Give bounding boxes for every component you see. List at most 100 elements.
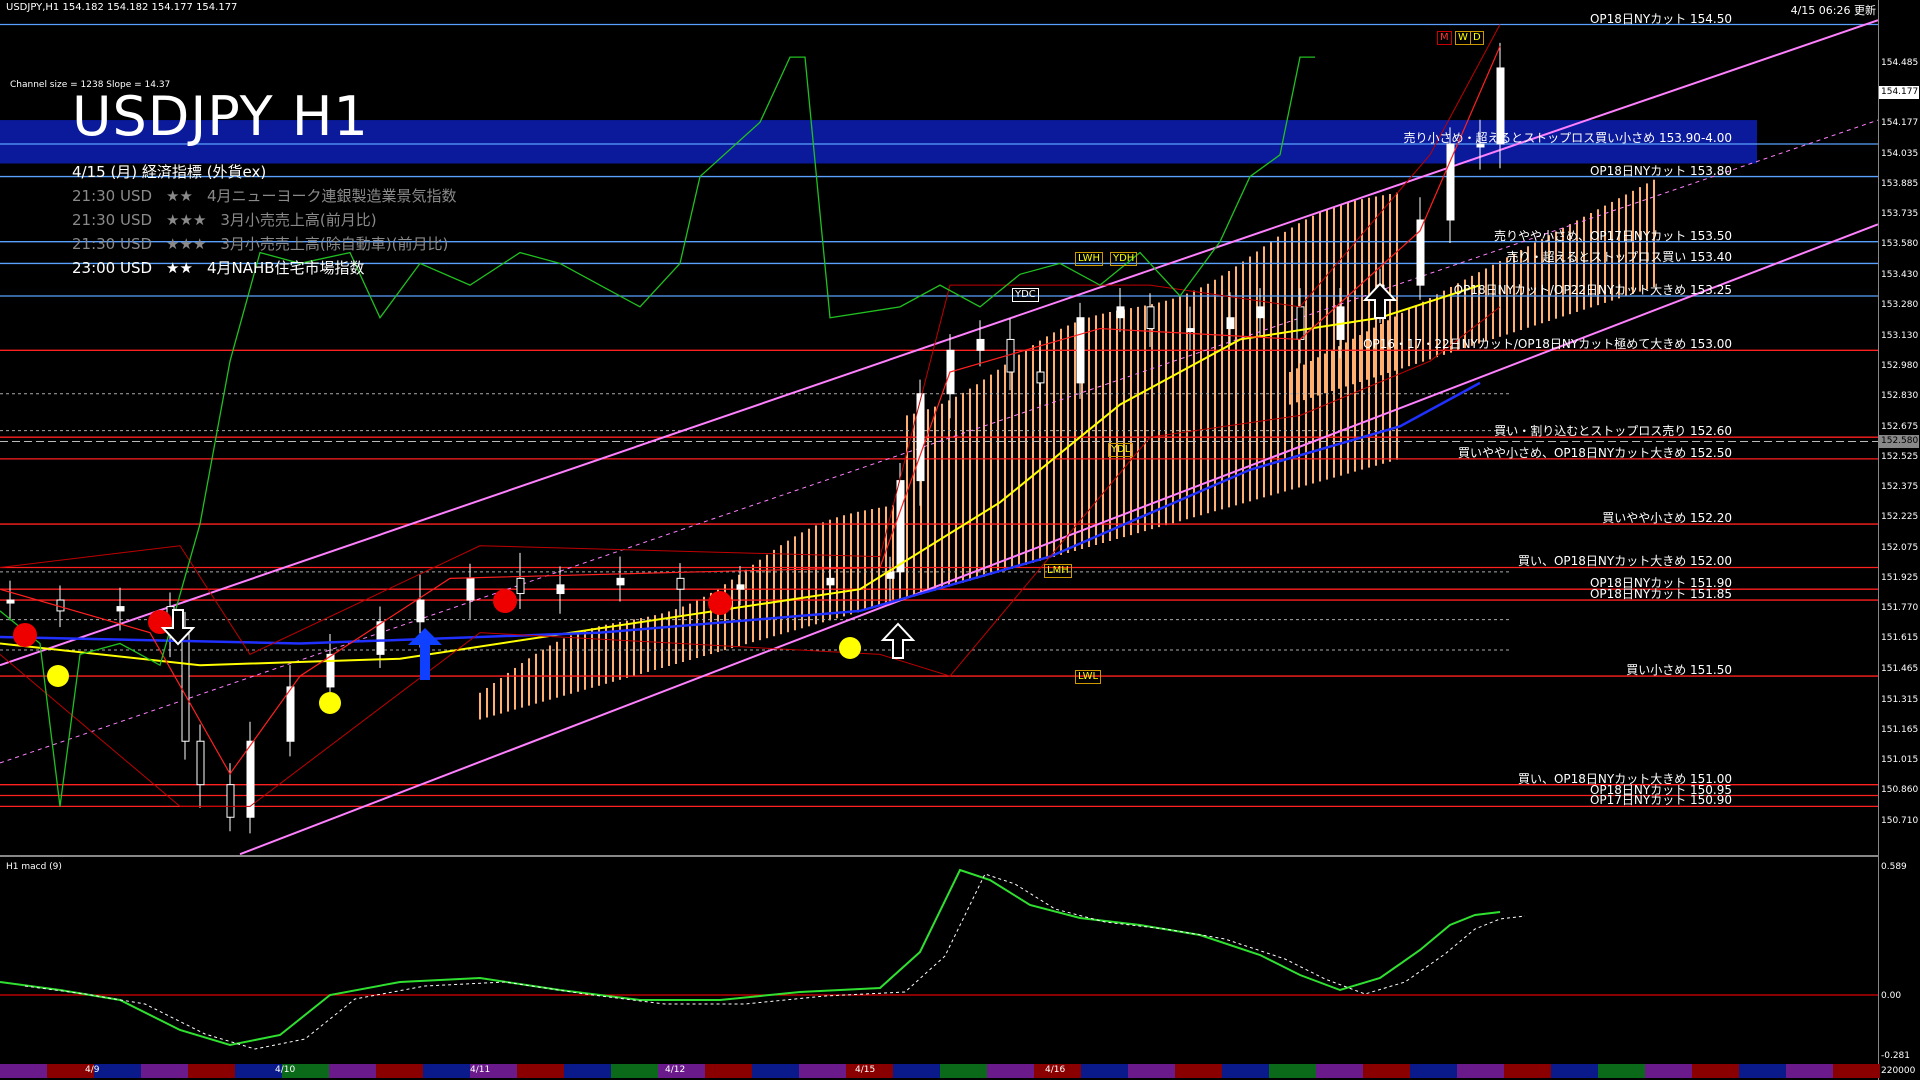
marker-lwh: LWH	[1075, 252, 1104, 266]
date-segment	[564, 1064, 611, 1078]
price-tick: 153.580	[1881, 239, 1919, 250]
candle-body	[736, 584, 745, 590]
date-segment	[1551, 1064, 1598, 1078]
chart-title: USDJPY H1	[72, 85, 369, 148]
marker-m: M	[1437, 31, 1452, 45]
candle-body	[1146, 306, 1155, 330]
chart-window[interactable]: USDJPY,H1 154.182 154.182 154.177 154.17…	[0, 0, 1920, 1080]
event-time: 21:30 USD	[72, 187, 153, 205]
date-segment	[987, 1064, 1034, 1078]
event-time: 23:00 USD	[72, 259, 153, 277]
event-name: 3月小売売上高(前月比)	[220, 211, 377, 229]
up-arrow-icon	[880, 622, 916, 659]
price-tick: 151.465	[1881, 664, 1919, 675]
marker-ydh: YDH	[1110, 252, 1138, 266]
date-segment	[423, 1064, 470, 1078]
date-segment	[1081, 1064, 1128, 1078]
macd-tick: 0.00	[1881, 991, 1902, 1001]
date-segment	[1457, 1064, 1504, 1078]
price-tick: 152.525	[1881, 451, 1919, 462]
date-segment	[611, 1064, 658, 1078]
marker-ydl: YDL	[1108, 443, 1134, 457]
macd-tick: -0.281	[1881, 1051, 1911, 1061]
candle-body	[676, 577, 685, 590]
date-segment	[799, 1064, 846, 1078]
price-level-label: 買い、OP18日NYカット大きめ 152.00	[1517, 554, 1732, 569]
candle-body	[516, 577, 525, 595]
date-segment	[1786, 1064, 1833, 1078]
price-tick: 153.130	[1881, 330, 1919, 341]
date-axis: 4/9 4/10 4/11 4/12 4/15 4/16	[0, 1064, 1880, 1078]
price-tick: 151.770	[1881, 603, 1919, 614]
price-level-label: OP17日NYカット 150.90	[1589, 793, 1732, 808]
price-tick: 152.830	[1881, 391, 1919, 402]
date-label: 4/16	[1045, 1065, 1066, 1075]
candle-body	[896, 480, 905, 573]
date-segment	[94, 1064, 141, 1078]
macd-tick: 0.589	[1881, 862, 1907, 872]
price-axis[interactable]: 154.485154.335154.177154.035153.885153.7…	[1878, 0, 1920, 1080]
candle-body	[286, 686, 295, 742]
date-segment	[1363, 1064, 1410, 1078]
date-label: 4/15	[855, 1065, 876, 1075]
marker-lwl: LWL	[1075, 670, 1102, 684]
price-tick: 153.735	[1881, 209, 1919, 220]
date-segment	[1175, 1064, 1222, 1078]
price-tick: 152.675	[1881, 421, 1919, 432]
price-tick: 154.035	[1881, 148, 1919, 159]
event-stars: ★★	[166, 259, 193, 277]
price-tick: 151.615	[1881, 633, 1919, 644]
price-level-label: 買い小さめ 151.50	[1626, 663, 1732, 678]
candle-body	[226, 784, 235, 818]
price-level-label: 買いやや小さめ 152.20	[1602, 511, 1732, 526]
date-segment	[1645, 1064, 1692, 1078]
price-level-label: 売り小さめ・超えるとストップロス買い小さめ 153.90-4.00	[1403, 130, 1733, 145]
price-tick: 152.075	[1881, 542, 1919, 553]
macd-line	[0, 868, 1501, 1047]
event-name: 4月ニューヨーク連銀製造業景気指数	[206, 187, 457, 205]
candle-body	[196, 740, 205, 786]
date-segment	[705, 1064, 752, 1078]
price-level-label: 買いやや小さめ、OP18日NYカット大きめ 152.50	[1457, 445, 1732, 460]
candle-body	[916, 393, 925, 482]
candle-body	[1076, 317, 1085, 384]
price-level-label: OP18日NYカット 153.80	[1589, 163, 1732, 178]
ask-price-badge: 152.580	[1879, 434, 1919, 448]
event-stars: ★★	[166, 187, 193, 205]
candle-body	[181, 632, 190, 742]
price-tick: 153.430	[1881, 269, 1919, 280]
price-level-label: 買い・割り込むとストップロス売り 152.60	[1494, 424, 1732, 439]
update-timestamp: 4/15 06:26 更新	[1790, 4, 1876, 17]
candle-body	[376, 621, 385, 655]
date-segment	[1410, 1064, 1457, 1078]
marker-w: W	[1455, 31, 1471, 45]
buy-signal-icon	[47, 665, 69, 687]
marker-lmh: LMH	[1044, 564, 1072, 578]
price-tick: 151.925	[1881, 572, 1919, 583]
candle-body	[1116, 306, 1125, 319]
candle-body	[1296, 306, 1305, 340]
date-segment	[752, 1064, 799, 1078]
date-label: 4/11	[470, 1065, 491, 1075]
price-tick: 151.015	[1881, 755, 1919, 766]
candle-body	[826, 577, 835, 586]
event-row: 21:30 USD ★★★ 3月小売売上高(前月比)	[72, 208, 471, 232]
date-segment	[141, 1064, 188, 1078]
pane-separator[interactable]	[0, 855, 1878, 857]
event-row: 21:30 USD ★★★ 3月小売売上高(除自動車)(前月比)	[72, 232, 471, 256]
event-row: 23:00 USD ★★ 4月NAHB住宅市場指数	[72, 256, 471, 280]
marker-d: D	[1470, 31, 1484, 45]
price-tick: 154.177	[1881, 118, 1919, 129]
symbol-info: USDJPY,H1 154.182 154.182 154.177 154.17…	[6, 2, 238, 13]
date-segment	[329, 1064, 376, 1078]
buy-signal-icon	[319, 692, 341, 714]
event-row: 21:30 USD ★★ 4月ニューヨーク連銀製造業景気指数	[72, 184, 471, 208]
macd-tick: 220000	[1881, 1066, 1916, 1076]
date-segment	[0, 1064, 47, 1078]
event-stars: ★★★	[166, 211, 207, 229]
candle-body	[976, 338, 985, 351]
date-segment	[376, 1064, 423, 1078]
date-label: 4/12	[665, 1065, 686, 1075]
date-segment	[1833, 1064, 1880, 1078]
candle-body	[556, 584, 565, 595]
